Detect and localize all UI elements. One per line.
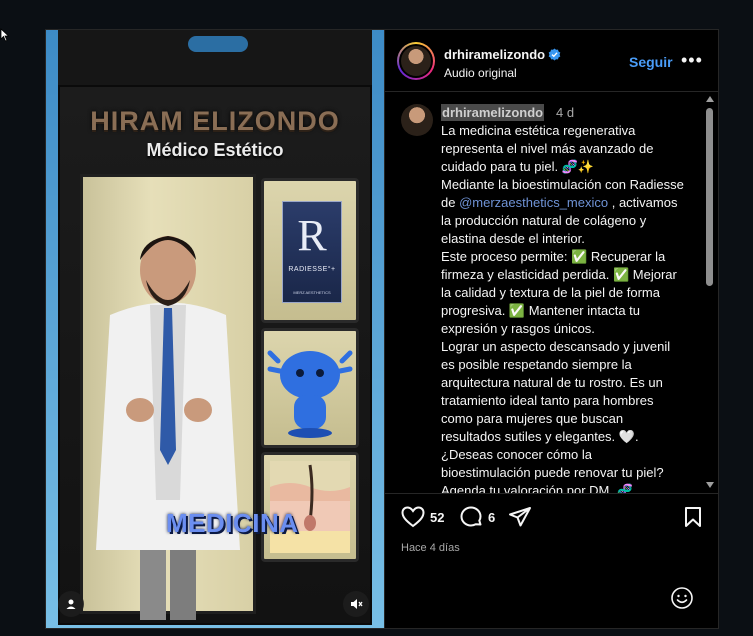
post-date[interactable]: Hace 4 días — [401, 542, 460, 554]
author-avatar[interactable] — [397, 42, 435, 80]
overlay-caption-word: MEDICINA — [166, 508, 299, 538]
doctor-figure-image — [96, 236, 240, 620]
bookmark-icon — [685, 507, 701, 527]
caption-scroll-area[interactable]: drhiramelizondo 4 d La medicina estética… — [385, 92, 718, 494]
mascot-slot — [261, 328, 359, 448]
overlay-doctor-name: HIRAM ELIZONDO — [90, 106, 340, 136]
user-icon — [66, 599, 76, 609]
speaker-muted-icon — [351, 599, 363, 609]
overlay-doctor-role: Médico Estético — [146, 140, 284, 160]
post-details-panel: drhiramelizondo Audio original Seguir ••… — [384, 30, 718, 628]
caption-username[interactable]: drhiramelizondo — [441, 104, 545, 121]
author-username[interactable]: drhiramelizondo — [444, 47, 561, 62]
radiesse-product-box: R RADIESSE°+ MERZ AESTHETICS — [282, 201, 342, 303]
post-actions-bar: 52 6 — [385, 506, 718, 536]
heart-icon — [401, 506, 425, 528]
product-brand: MERZ AESTHETICS — [293, 290, 331, 295]
scroll-thumb[interactable] — [706, 108, 713, 286]
scroll-down-arrow[interactable] — [706, 482, 714, 488]
post-modal: HIRAM ELIZONDO Médico Estético R RADIESS — [45, 29, 719, 629]
like-count[interactable]: 52 — [430, 510, 444, 525]
follow-button[interactable]: Seguir — [629, 54, 673, 70]
axolotl-mascot-image — [267, 350, 353, 438]
product-slot: R RADIESSE°+ MERZ AESTHETICS — [261, 178, 359, 323]
post-media[interactable]: HIRAM ELIZONDO Médico Estético R RADIESS — [46, 30, 384, 628]
like-button[interactable]: 52 — [401, 506, 444, 528]
mute-button[interactable] — [343, 591, 369, 617]
skin-diagram-slot — [261, 452, 359, 562]
caption-mention-link[interactable]: @merzaesthetics_mexico — [459, 195, 608, 210]
comment-button[interactable]: 6 — [459, 506, 495, 528]
caption-author-avatar[interactable] — [401, 104, 433, 136]
paper-plane-icon — [509, 507, 531, 527]
scroll-up-arrow[interactable] — [706, 96, 714, 102]
comment-count[interactable]: 6 — [488, 510, 495, 525]
author-username-text[interactable]: drhiramelizondo — [444, 47, 545, 62]
more-options-button[interactable]: ••• — [681, 50, 703, 71]
share-button[interactable] — [508, 506, 532, 528]
product-letter: R — [297, 211, 327, 260]
comment-icon — [460, 506, 482, 527]
post-header: drhiramelizondo Audio original Seguir ••… — [385, 30, 718, 92]
caption-timestamp[interactable]: 4 d — [556, 105, 574, 120]
emoji-picker-button[interactable] — [670, 586, 694, 615]
package-hang-hole — [188, 36, 248, 52]
smiley-icon — [671, 587, 693, 609]
caption-scrollbar[interactable] — [704, 94, 716, 492]
verified-badge-icon — [548, 48, 561, 61]
mouse-cursor-icon — [0, 28, 10, 42]
audio-label[interactable]: Audio original — [444, 66, 517, 80]
caption-part-2: , activamos la producción natural de col… — [441, 195, 678, 494]
caption-text: La medicina estética regenerativa repres… — [441, 122, 685, 494]
save-button[interactable] — [683, 506, 703, 528]
product-label: RADIESSE°+ — [288, 266, 336, 273]
package-top — [58, 30, 372, 88]
skin-layers-image — [270, 461, 350, 553]
tagged-users-button[interactable] — [58, 591, 84, 617]
